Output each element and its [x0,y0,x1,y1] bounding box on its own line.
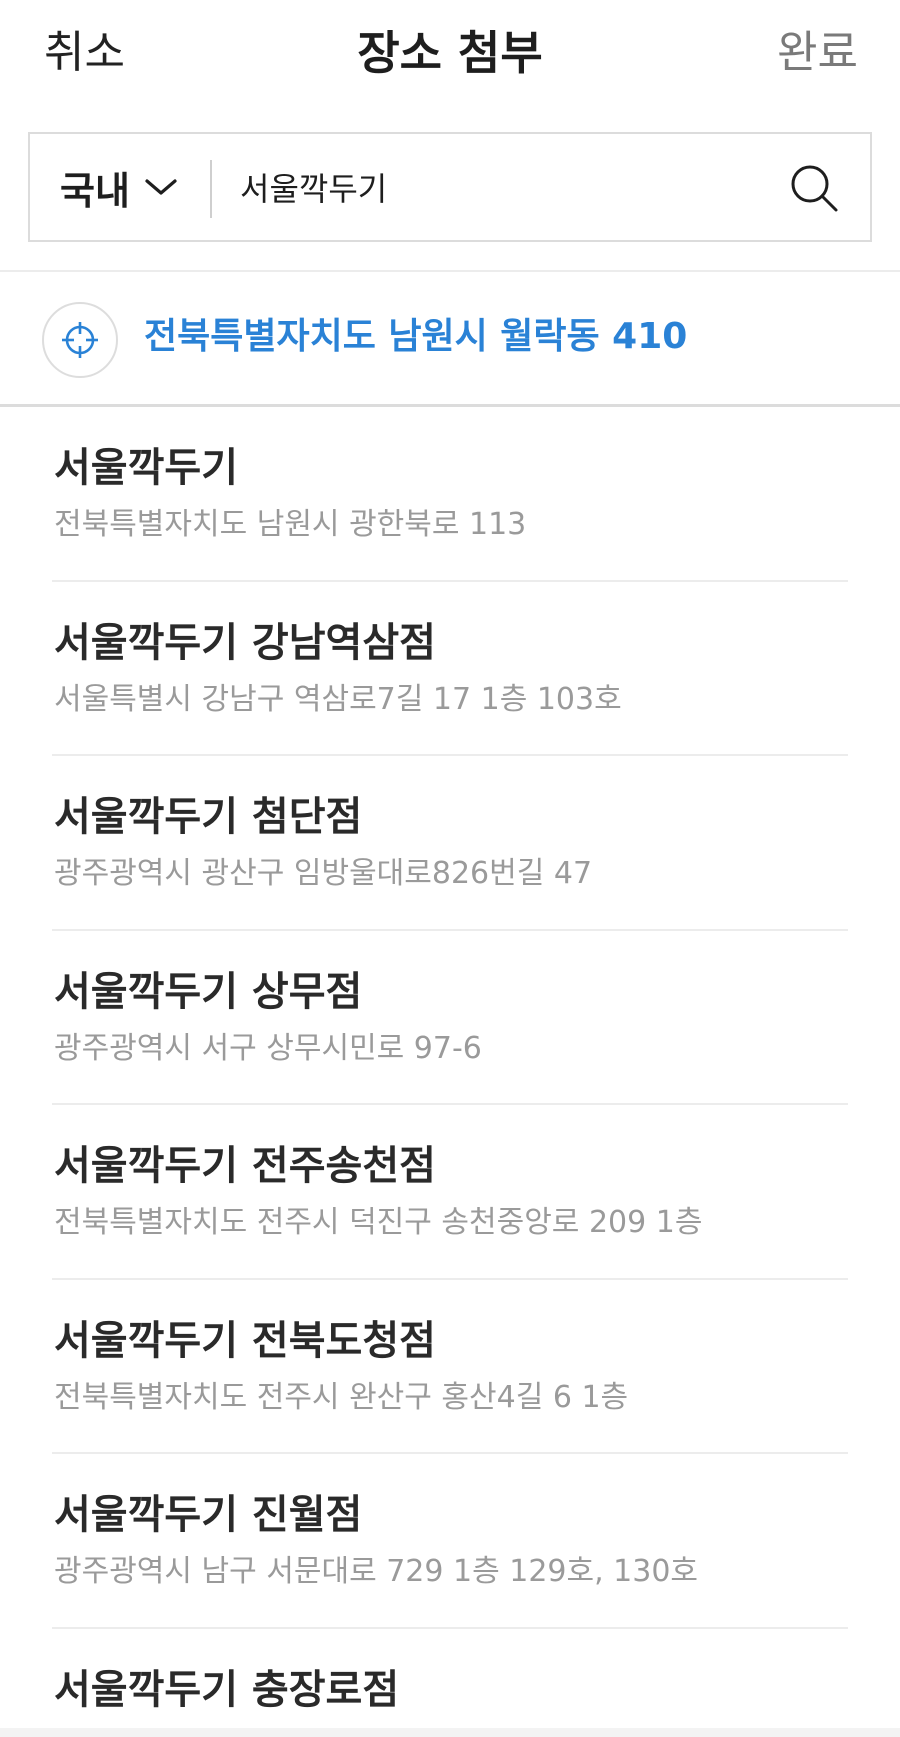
header: 취소 장소 첨부 완료 [0,0,900,110]
result-item[interactable]: 서울깍두기 전북도청점 전북특별자치도 전주시 완산구 홍산4길 6 1층 [52,1280,848,1454]
crosshair-icon [62,322,98,358]
result-name: 서울깍두기 강남역삼점 [54,619,436,666]
result-address: 광주광역시 남구 서문대로 729 1층 129호, 130호 [54,1554,699,1589]
result-address: 전북특별자치도 남원시 광한북로 113 [54,507,527,542]
result-item[interactable]: 서울깍두기 진월점 광주광역시 남구 서문대로 729 1층 129호, 130… [52,1454,848,1629]
result-name: 서울깍두기 첨단점 [54,794,363,840]
bottom-edge [0,1728,900,1737]
page-title: 장소 첨부 [357,26,543,80]
done-button[interactable]: 완료 [777,26,858,80]
result-name: 서울깍두기 [54,445,238,491]
scope-label: 국내 [60,168,130,213]
result-address: 서울특별시 강남구 역삼로7길 17 1층 103호 [54,681,622,717]
result-item[interactable]: 서울깍두기 충장로점 [52,1629,848,1737]
result-name: 서울깍두기 상무점 [54,968,363,1015]
chevron-down-icon [145,179,177,195]
result-name: 서울깍두기 전북도청점 [54,1317,436,1364]
result-address: 전북특별자치도 전주시 완산구 홍산4길 6 1층 [54,1379,629,1415]
search-divider [210,160,212,218]
place-attach-screen: 취소 장소 첨부 완료 국내 전북특별자치도 [0,0,900,1737]
result-item[interactable]: 서울깍두기 전주송천점 전북특별자치도 전주시 덕진구 송천중앙로 209 1층 [52,1105,848,1280]
result-item[interactable]: 서울깍두기 상무점 광주광역시 서구 상무시민로 97-6 [52,931,848,1105]
scope-dropdown[interactable]: 국내 [60,134,178,240]
search-icon[interactable] [788,162,840,214]
result-item[interactable]: 서울깍두기 강남역삼점 서울특별시 강남구 역삼로7길 17 1층 103호 [52,582,848,756]
result-name: 서울깍두기 충장로점 [54,1666,400,1713]
result-item[interactable]: 서울깍두기 첨단점 광주광역시 광산구 임방울대로826번길 47 [52,756,848,931]
result-address: 광주광역시 광산구 임방울대로826번길 47 [54,856,593,891]
current-location-row[interactable]: 전북특별자치도 남원시 월락동 410 [0,272,900,404]
search-box: 국내 [28,132,872,242]
results-list: 서울깍두기 전북특별자치도 남원시 광한북로 113 서울깍두기 강남역삼점 서… [0,407,900,1737]
result-address: 광주광역시 서구 상무시민로 97-6 [54,1030,482,1066]
current-location-address: 전북특별자치도 남원시 월락동 410 [144,316,688,357]
current-location-button[interactable] [42,302,118,378]
result-name: 서울깍두기 전주송천점 [54,1143,436,1189]
result-item[interactable]: 서울깍두기 전북특별자치도 남원시 광한북로 113 [52,407,848,582]
result-address: 전북특별자치도 전주시 덕진구 송천중앙로 209 1층 [54,1205,703,1240]
search-input[interactable] [240,154,780,220]
result-name: 서울깍두기 진월점 [54,1492,363,1538]
